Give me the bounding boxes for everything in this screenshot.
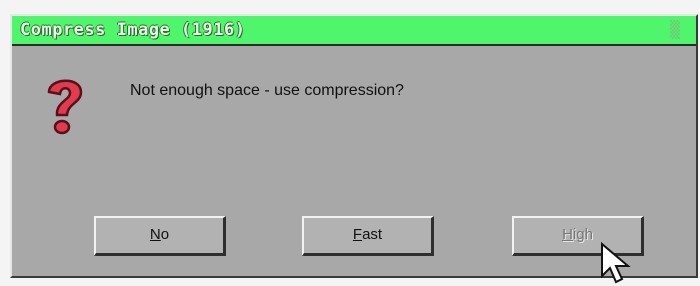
fast-button[interactable]: Fast bbox=[302, 216, 434, 256]
title-bar[interactable]: Compress Image (1916) ▒ bbox=[12, 16, 696, 46]
fast-hotkey: F bbox=[352, 226, 363, 243]
no-label: o bbox=[160, 226, 170, 243]
fast-label: ast bbox=[362, 226, 383, 243]
question-mark-icon bbox=[47, 79, 83, 135]
dialog-title: Compress Image (1916) bbox=[20, 20, 246, 40]
compress-image-dialog: Compress Image (1916) ▒ Not enough space… bbox=[10, 14, 698, 284]
high-hotkey: H bbox=[562, 226, 573, 243]
system-menu-icon[interactable]: ▒ bbox=[664, 19, 686, 41]
no-button[interactable]: No bbox=[94, 216, 226, 256]
no-hotkey: N bbox=[149, 226, 161, 243]
mouse-pointer-icon bbox=[601, 242, 631, 284]
high-label: igh bbox=[572, 226, 593, 243]
dialog-message: Not enough space - use compression? bbox=[130, 82, 404, 99]
